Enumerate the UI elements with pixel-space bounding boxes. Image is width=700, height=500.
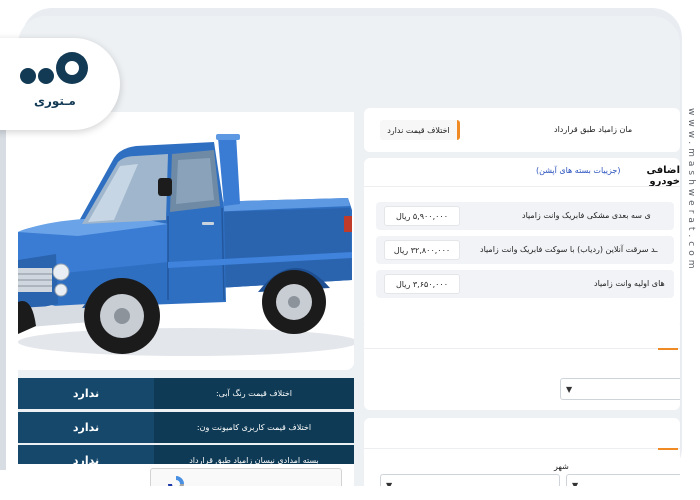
spec-value: ندارد bbox=[18, 378, 154, 409]
chevron-down-icon: ▼ bbox=[572, 481, 579, 486]
options-details-link[interactable]: (جزییات بسته های آپشن) bbox=[536, 166, 621, 175]
dropdown-select[interactable]: ▼ bbox=[560, 378, 680, 400]
option-row[interactable]: ۵,۹۰۰,۰۰۰ ریال ی سه بعدی مشکی فابریک وان… bbox=[376, 202, 674, 230]
left-column: ندارد اختلاف قیمت رنگ آبی: ندارد اختلاف … bbox=[18, 112, 358, 486]
divider bbox=[364, 448, 680, 449]
spec-value: ندارد bbox=[18, 412, 154, 443]
accent-mark bbox=[658, 348, 678, 350]
contract-label: مان زامیاد طبق قرارداد bbox=[554, 125, 633, 134]
option-price: ۳,۶۵۰,۰۰۰ ریال bbox=[384, 274, 460, 294]
logo-text: مـتوری bbox=[34, 94, 76, 108]
location-card: شهر ▼ ▼ bbox=[364, 418, 680, 486]
logo-mark bbox=[20, 52, 88, 84]
accent-mark bbox=[658, 448, 678, 450]
divider bbox=[364, 186, 680, 187]
spec-label: اختلاف قیمت رنگ آبی: bbox=[215, 389, 293, 398]
city-select[interactable]: ▼ bbox=[380, 474, 560, 486]
recaptcha-widget[interactable] bbox=[150, 468, 342, 486]
spec-row-van-usage: ندارد اختلاف قیمت کاربری کامیونت ون: bbox=[18, 412, 354, 443]
option-name: ـد سرقت آنلاین (ردیاب) با سوکت فابریک وا… bbox=[480, 245, 658, 254]
city-label: شهر bbox=[554, 462, 569, 471]
option-price: ۵,۹۰۰,۰۰۰ ریال bbox=[384, 206, 460, 226]
option-row[interactable]: ۳۲,۸۰۰,۰۰۰ ریال ـد سرقت آنلاین (ردیاب) ب… bbox=[376, 236, 674, 264]
option-name: های اولیه وانت زامیاد bbox=[594, 279, 665, 288]
chevron-down-icon: ▼ bbox=[566, 385, 573, 394]
province-select[interactable]: ▼ bbox=[566, 474, 680, 486]
options-title: اضافی خودرو bbox=[646, 165, 680, 187]
site-watermark: www.mashwerat.com bbox=[686, 108, 696, 273]
option-row[interactable]: ۳,۶۵۰,۰۰۰ ریال های اولیه وانت زامیاد bbox=[376, 270, 674, 298]
option-price: ۳۲,۸۰۰,۰۰۰ ریال bbox=[384, 240, 460, 260]
pickup-truck-image bbox=[18, 134, 358, 356]
frame-edge bbox=[0, 130, 6, 470]
car-image-panel bbox=[18, 112, 358, 370]
contract-card: اختلاف قیمت ندارد مان زامیاد طبق قرارداد bbox=[364, 108, 680, 152]
site-logo-badge[interactable]: مـتوری bbox=[0, 38, 120, 130]
options-card: (جزییات بسته های آپشن) اضافی خودرو ۵,۹۰۰… bbox=[364, 158, 680, 328]
form-card: ▼ bbox=[364, 320, 680, 410]
option-name: ی سه بعدی مشکی فابریک وانت زامیاد bbox=[522, 211, 651, 220]
price-diff-badge: اختلاف قیمت ندارد bbox=[380, 120, 460, 140]
divider bbox=[364, 348, 680, 349]
spec-label: اختلاف قیمت کاربری کامیونت ون: bbox=[196, 423, 312, 432]
spec-row-blue-color: ندارد اختلاف قیمت رنگ آبی: bbox=[18, 378, 354, 409]
recaptcha-icon bbox=[168, 476, 184, 486]
chevron-down-icon: ▼ bbox=[386, 481, 393, 486]
